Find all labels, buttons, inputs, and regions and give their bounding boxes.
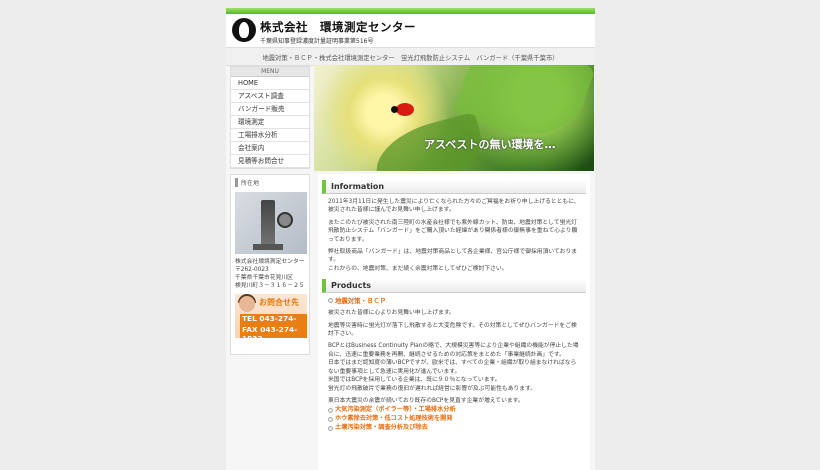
address-title: 所在地 (235, 178, 305, 187)
products-paragraph: 東日本大震災の余震が続いており既存のBCPを見直す企業が増えています。 (328, 397, 524, 404)
bullet-icon (328, 298, 333, 304)
hero-caption: アスベストの無い環境を… (424, 138, 556, 151)
information-paragraph: またこのたび被災された南三陸町の水産会社様でも紫外線カット、防虫、地震対策として… (328, 219, 578, 243)
products-paragraph: 地震等災害時に蛍光灯が落下し飛散すると大変危険です。その対策としてぜひバンガード… (328, 322, 577, 338)
bullet-icon (328, 407, 333, 413)
menu-item-home[interactable]: HOME (231, 77, 309, 90)
product-link-boron[interactable]: ホウ素除去対策・低コスト処理技術を開発 (328, 415, 586, 423)
products-paragraph: BCPとはBusiness Continuity Planの略で、大規模災害等に… (328, 343, 579, 392)
operator-avatar (239, 296, 255, 312)
bullet-icon (328, 425, 333, 431)
menu-item-vanguard[interactable]: バンガード販売 (231, 103, 309, 116)
photo-stand (253, 200, 283, 250)
company-name[interactable]: 株式会社 環境測定センター (260, 19, 416, 35)
address-line: 〒262-0023 (235, 267, 269, 273)
menu-box: MENU HOME アスベスト調査 バンガード販売 環境測定 工場排水分析 会社… (230, 66, 310, 169)
company-logo-icon[interactable] (232, 18, 256, 42)
contact-fax: FAX 043-274-1032 (240, 325, 307, 338)
menu-item-inquiry[interactable]: 見積等お問合せ (231, 155, 309, 168)
menu-title: MENU (231, 67, 309, 77)
address-line: 株式会社環境測定センター (235, 259, 305, 265)
product-title[interactable]: 地震対策・ＢＣＰ (335, 296, 386, 305)
menu-item-asbestos[interactable]: アスベスト調査 (231, 90, 309, 103)
products-paragraph: 被災された皆様に心よりお見舞い申し上げます。 (328, 310, 455, 317)
ladybug-icon (391, 103, 414, 116)
main-content: Information 2011年3月11日に発生した震災により亡くなられた方々… (318, 174, 590, 470)
information-paragraph: 弊社取扱商品「バンガード」は、地震対策商品として各企業様、官公庁様で御採用頂いて… (328, 249, 578, 272)
bullet-icon (328, 416, 333, 422)
hero-image: アスベストの無い環境を… (314, 65, 594, 171)
tagline: 地震対策・ＢＣＰ・株式会社環境測定センター 蛍光灯飛散防止システム バンガード（… (226, 48, 595, 66)
page-container: 株式会社 環境測定センター 千葉県知事登録濃度計量証明事業第516号 地震対策・… (226, 8, 595, 470)
left-sidebar: MENU HOME アスベスト調査 バンガード販売 環境測定 工場排水分析 会社… (230, 66, 310, 355)
product-link-label[interactable]: 大気汚染測定（ボイラー等）・工場排水分析 (335, 406, 456, 414)
information-paragraph: 2011年3月11日に発生した震災により亡くなられた方々のご冥福をお祈り申し上げ… (328, 199, 580, 214)
contact-banner[interactable]: お問合せ先 TEL 043-274-1031 FAX 043-274-1032 (235, 294, 307, 338)
equipment-photo (235, 192, 307, 254)
license-number: 千葉県知事登録濃度計量証明事業第516号 (260, 38, 374, 45)
menu-item-wastewater[interactable]: 工場排水分析 (231, 129, 309, 142)
site-header: 株式会社 環境測定センター 千葉県知事登録濃度計量証明事業第516号 (226, 14, 595, 48)
product-link-soil[interactable]: 土壌汚染対策・調査分析及び除去 (328, 424, 586, 432)
contact-title: お問合せ先 (259, 298, 299, 307)
address-lines: 株式会社環境測定センター 〒262-0023 千葉県千葉市花見川区 検見川町３－… (235, 258, 305, 290)
address-box: 所在地 株式会社環境測定センター 〒262-0023 千葉県千葉市花見川区 検見… (230, 174, 310, 355)
information-heading: Information (322, 180, 586, 194)
menu-item-environment[interactable]: 環境測定 (231, 116, 309, 129)
product-link-air[interactable]: 大気汚染測定（ボイラー等）・工場排水分析 (328, 406, 586, 414)
product-link-bcp[interactable]: 地震対策・ＢＣＰ (328, 296, 586, 305)
products-heading: Products (322, 279, 586, 294)
address-line: 千葉県千葉市花見川区 (235, 275, 293, 281)
product-link-label[interactable]: 土壌汚染対策・調査分析及び除去 (335, 424, 428, 432)
photo-dial (277, 212, 293, 228)
address-line: 検見川町３－３１６－２５ (235, 283, 305, 289)
products-section: Products 地震対策・ＢＣＰ 被災された皆様に心よりお見舞い申し上げます。… (322, 279, 586, 432)
menu-item-company[interactable]: 会社案内 (231, 142, 309, 155)
product-link-label[interactable]: ホウ素除去対策・低コスト処理技術を開発 (335, 415, 453, 423)
